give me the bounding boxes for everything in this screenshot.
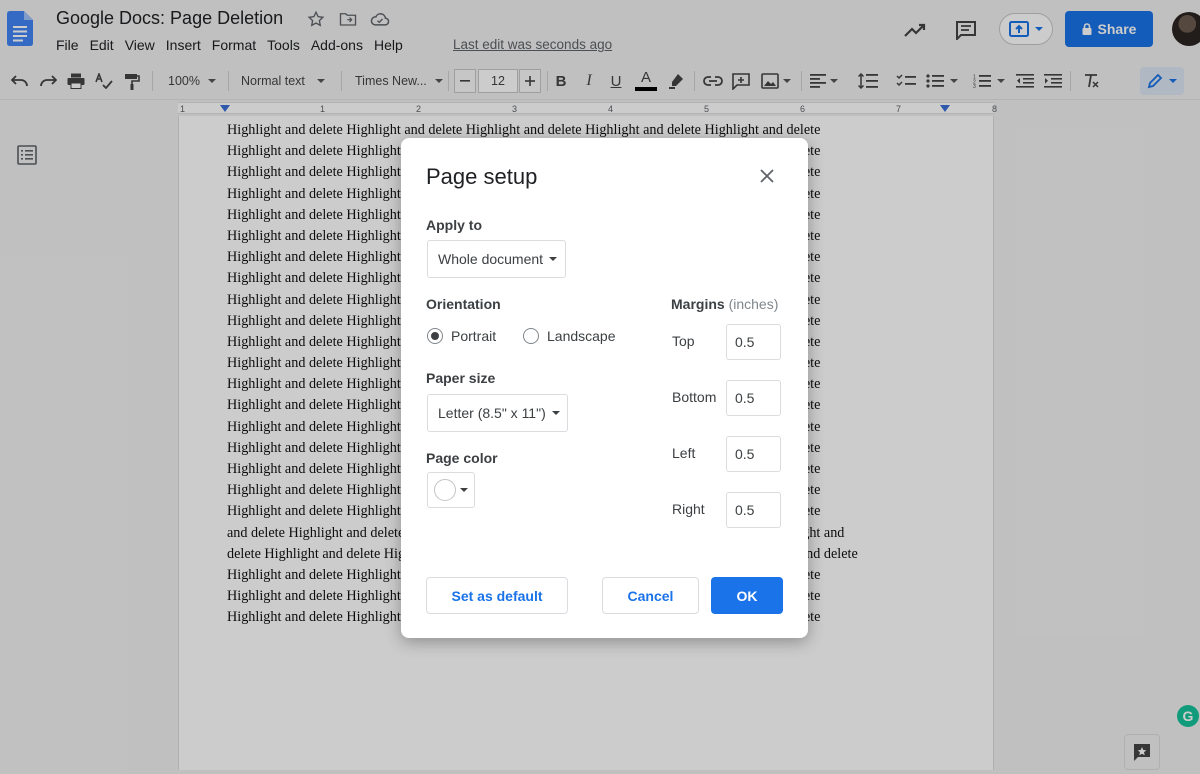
dialog-title: Page setup <box>426 164 538 189</box>
margin-bottom-input[interactable]: 0.5 <box>726 380 781 416</box>
margin-top-input[interactable]: 0.5 <box>726 324 781 360</box>
paper-size-value: Letter (8.5" x 11") <box>438 405 546 421</box>
portrait-label: Portrait <box>451 328 497 344</box>
radio-checked-icon <box>427 328 443 344</box>
margin-right-input[interactable]: 0.5 <box>726 492 781 528</box>
set-as-default-button[interactable]: Set as default <box>426 577 568 614</box>
portrait-radio[interactable]: Portrait <box>427 328 496 344</box>
apply-to-select[interactable]: Whole document <box>427 240 566 278</box>
cancel-button[interactable]: Cancel <box>602 577 699 614</box>
landscape-radio[interactable]: Landscape <box>523 328 616 344</box>
chevron-down-icon <box>549 257 558 261</box>
close-icon[interactable] <box>757 166 777 186</box>
orientation-label: Orientation <box>426 296 501 312</box>
chevron-down-icon <box>460 488 468 492</box>
paper-size-select[interactable]: Letter (8.5" x 11") <box>427 394 568 432</box>
margins-title: Margins <box>671 296 725 312</box>
margin-right-label: Right <box>672 501 705 517</box>
paper-size-label: Paper size <box>426 370 496 386</box>
radio-unchecked-icon <box>523 328 539 344</box>
chevron-down-icon <box>551 411 560 415</box>
apply-to-value: Whole document <box>438 251 544 267</box>
page-color-label: Page color <box>426 450 498 466</box>
ok-button[interactable]: OK <box>711 577 783 614</box>
margin-left-label: Left <box>672 445 696 461</box>
page-color-picker[interactable] <box>427 472 475 508</box>
margin-left-input[interactable]: 0.5 <box>726 436 781 472</box>
landscape-label: Landscape <box>547 328 616 344</box>
margin-top-label: Top <box>672 333 695 349</box>
color-swatch <box>434 479 456 501</box>
margin-bottom-label: Bottom <box>672 389 717 405</box>
margins-label: Margins (inches) <box>671 296 778 312</box>
margins-unit: (inches) <box>728 296 779 312</box>
page-setup-dialog: Page setup Apply to Whole document Orien… <box>401 138 808 638</box>
apply-to-label: Apply to <box>426 217 482 233</box>
